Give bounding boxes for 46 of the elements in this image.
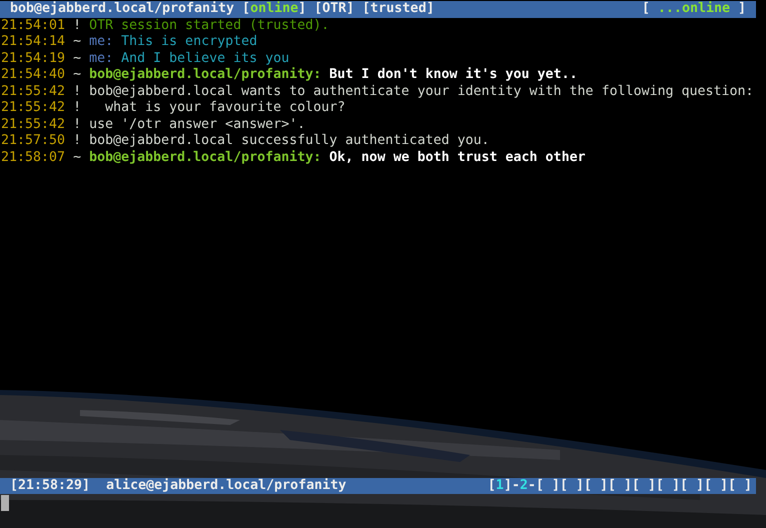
- message-text: But I don't know it's you yet..: [329, 67, 578, 82]
- status-text: [: [242, 1, 250, 18]
- message-marker: !: [73, 100, 82, 115]
- message-marker: !: [73, 116, 82, 132]
- message-text: bob@ejabberd.local wants to authenticate your identity with the following question:: [89, 84, 754, 98]
- message-text: OTR session started (trusted).: [89, 18, 330, 32]
- sender-name: bob@ejabberd.local/profanity:: [89, 150, 322, 164]
- sender-name: bob@ejabberd.local/profanity:: [89, 67, 322, 82]
- status-text: [: [488, 478, 496, 494]
- message-text: This is encrypted: [121, 34, 258, 49]
- status-text: ]: [736, 1, 746, 18]
- timestamp: 21:54:19: [1, 50, 66, 66]
- text-cursor: [1, 495, 9, 511]
- status-text: bob@ejabberd.local/profanity: [10, 1, 236, 18]
- timestamp: 21:55:42: [1, 100, 66, 115]
- window-number: 1: [496, 478, 504, 494]
- message-text: And I believe its you: [121, 50, 290, 66]
- status-text: [: [642, 1, 651, 18]
- message-marker: ~: [73, 50, 82, 66]
- timestamp: 21:57:50: [1, 133, 66, 148]
- message-marker: !: [73, 84, 82, 98]
- sender-name: me:: [89, 34, 114, 49]
- message-marker: !: [73, 133, 82, 148]
- message-marker: ~: [73, 34, 82, 49]
- message-text: use '/otr answer <answer>'.: [89, 116, 306, 132]
- timestamp: 21:54:14: [1, 34, 66, 49]
- message-marker: ~: [73, 67, 82, 82]
- message-marker: ~: [73, 150, 82, 164]
- timestamp: 21:54:01: [1, 18, 66, 32]
- status-text: -[ ][ ][ ][ ][ ][ ][ ][ ][ ]: [528, 478, 752, 494]
- timestamp: 21:55:42: [1, 84, 66, 98]
- timestamp: 21:58:07: [1, 150, 66, 164]
- message-marker: !: [73, 18, 82, 32]
- message-text: bob@ejabberd.local successfully authenticated you.: [89, 133, 490, 148]
- status-time: [21:58:29]: [10, 478, 90, 494]
- sender-name: me:: [89, 50, 114, 66]
- status-text: ]-: [504, 478, 520, 494]
- message-text: what is your favourite colour?: [104, 100, 346, 115]
- status-text: ] [OTR] [trusted]: [298, 1, 434, 18]
- presence-status: ...online: [658, 1, 730, 18]
- timestamp: 21:55:42: [1, 116, 66, 132]
- window-number: 2: [520, 478, 528, 494]
- timestamp: 21:54:40: [1, 67, 66, 82]
- account-name: alice@ejabberd.local/profanity: [106, 478, 346, 494]
- message-text: Ok, now we both trust each other: [329, 150, 586, 164]
- presence-status: online: [250, 1, 298, 18]
